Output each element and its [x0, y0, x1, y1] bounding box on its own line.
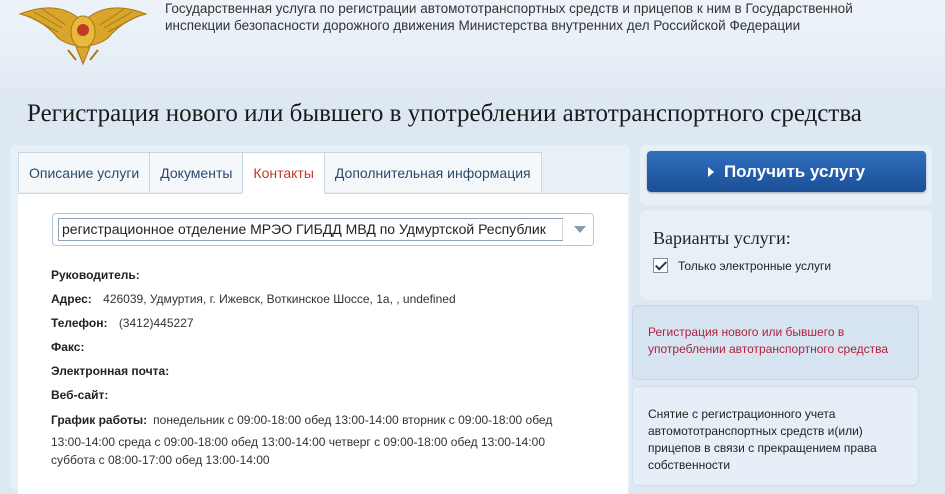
address-value: 426039, Удмуртия, г. Ижевск, Воткинское …	[103, 292, 456, 306]
phone-value: (3412)445227	[118, 316, 194, 330]
head-row: Руководитель:	[51, 268, 148, 282]
schedule-line-2: 13:00-14:00 среда с 09:00-18:00 обед 13:…	[51, 435, 546, 449]
service-description: Государственная услуга по регистрации ав…	[165, 1, 853, 33]
get-service-button[interactable]: Получить услугу	[647, 151, 926, 192]
schedule-line-3: суббота с 08:00-17:00 обед 13:00-14:00	[51, 453, 270, 467]
tab-contacts[interactable]: Контакты	[242, 152, 325, 194]
schedule: График работы: понедельник с 09:00-18:00 …	[51, 408, 591, 468]
website-row: Веб-сайт:	[51, 388, 116, 402]
address-label: Адрес:	[51, 292, 92, 306]
fax-label: Факс:	[51, 340, 85, 354]
tab-documents[interactable]: Документы	[149, 152, 244, 192]
variant-registration[interactable]: Регистрация нового или бывшего в употреб…	[632, 305, 919, 380]
select-divider	[562, 219, 563, 240]
schedule-line-1: График работы: понедельник с 09:00-18:00 …	[51, 408, 591, 432]
head-label: Руководитель:	[51, 268, 140, 282]
tab-description[interactable]: Описание услуги	[18, 152, 151, 192]
fax-row: Факс:	[51, 340, 92, 354]
only-electronic-label[interactable]: Только электронные услуги	[678, 259, 831, 273]
variant-deregistration[interactable]: Снятие с регистрационного учета автомото…	[632, 386, 919, 486]
variants-panel	[640, 210, 932, 300]
checkmark-icon	[654, 258, 668, 271]
email-label: Электронная почта:	[51, 364, 170, 378]
chevron-down-icon[interactable]	[574, 226, 586, 233]
department-select[interactable]: регистрационное отделение МРЭО ГИБДД МВД…	[52, 213, 594, 246]
address-row: Адрес: 426039, Удмуртия, г. Ижевск, Вотк…	[51, 292, 456, 306]
only-electronic-checkbox[interactable]	[653, 258, 668, 273]
tab-bar: Описание услуги Документы Контакты Допол…	[18, 152, 542, 194]
website-label: Веб-сайт:	[51, 388, 109, 402]
variants-title: Варианты услуги:	[653, 228, 791, 248]
schedule-text-1: понедельник с 09:00-18:00 обед 13:00-14:…	[153, 413, 553, 427]
phone-row: Телефон: (3412)445227	[51, 316, 194, 330]
page-title: Регистрация нового или бывшего в употреб…	[27, 100, 862, 127]
email-row: Электронная почта:	[51, 364, 177, 378]
arrow-right-icon	[707, 166, 714, 177]
department-select-value[interactable]: регистрационное отделение МРЭО ГИБДД МВД…	[58, 218, 563, 241]
mvd-emblem-icon	[18, 0, 148, 72]
schedule-label: График работы:	[51, 413, 148, 427]
tab-additional-info[interactable]: Дополнительная информация	[323, 152, 542, 192]
phone-label: Телефон:	[51, 316, 108, 330]
get-service-label: Получить услугу	[723, 162, 866, 181]
